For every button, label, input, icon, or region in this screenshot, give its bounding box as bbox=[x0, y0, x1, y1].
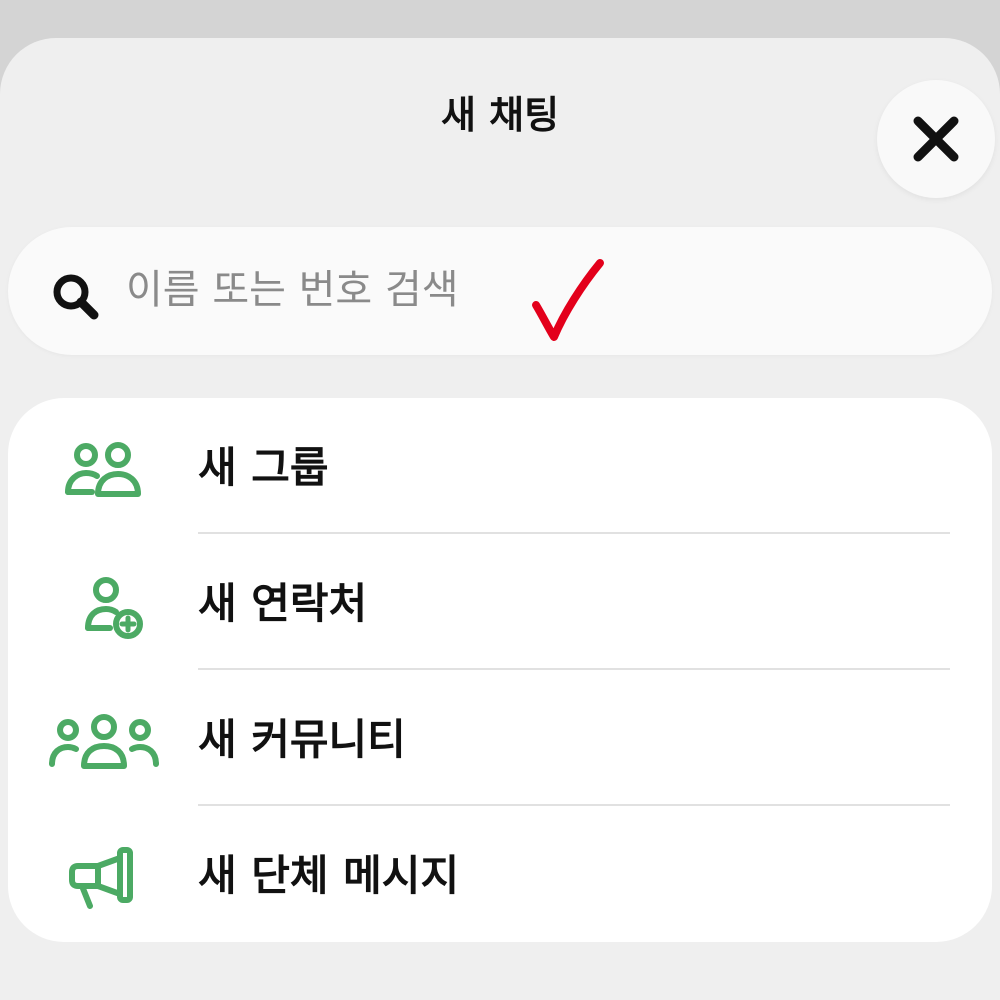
add-contact-icon bbox=[85, 577, 143, 639]
close-icon bbox=[913, 116, 959, 162]
red-checkmark-icon bbox=[532, 259, 604, 341]
menu-item-label: 새 연락처 bbox=[198, 579, 368, 628]
divider bbox=[198, 668, 950, 670]
menu-item-label: 새 단체 메시지 bbox=[198, 851, 460, 900]
menu-item-new-community[interactable]: 새 커뮤니티 bbox=[8, 672, 992, 808]
search-bar[interactable] bbox=[8, 227, 992, 355]
divider bbox=[198, 532, 950, 534]
close-button[interactable] bbox=[877, 80, 995, 198]
menu-item-new-broadcast[interactable]: 새 단체 메시지 bbox=[8, 808, 992, 944]
page-title: 새 채팅 bbox=[440, 93, 560, 137]
community-icon bbox=[49, 714, 159, 769]
group-icon bbox=[65, 442, 141, 497]
menu-item-new-contact[interactable]: 새 연락처 bbox=[8, 536, 992, 672]
menu-card: 새 그룹 새 연락처 새 커뮤니티 새 단체 메시지 bbox=[8, 398, 992, 942]
search-input[interactable] bbox=[126, 257, 746, 323]
menu-item-label: 새 그룹 bbox=[198, 443, 329, 492]
search-icon bbox=[53, 274, 99, 320]
menu-item-new-group[interactable]: 새 그룹 bbox=[8, 400, 992, 536]
menu-item-label: 새 커뮤니티 bbox=[198, 715, 406, 764]
megaphone-icon bbox=[69, 847, 133, 909]
divider bbox=[198, 804, 950, 806]
